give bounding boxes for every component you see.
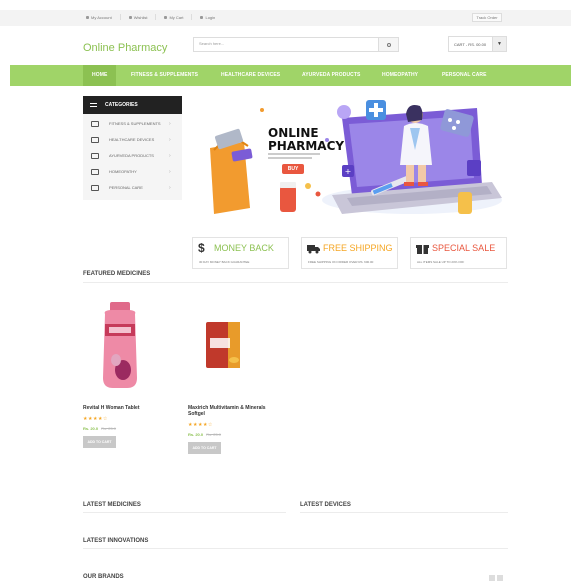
- nav-item-home[interactable]: HOME: [83, 65, 117, 86]
- chevron-right-icon: ›: [169, 169, 171, 175]
- our-brands-title: OUR BRANDS: [83, 574, 124, 580]
- lock-icon: [200, 15, 204, 19]
- monitor-icon: [91, 185, 99, 191]
- cart-icon: [164, 15, 168, 19]
- category-label: HOMEOPATHY: [109, 169, 137, 174]
- monitor-icon: [91, 169, 99, 175]
- product-image[interactable]: [83, 300, 178, 392]
- track-order-button[interactable]: Track Order: [472, 13, 502, 22]
- banner-tagline-2: [268, 157, 312, 159]
- banner-headline-2: PHARMACY: [268, 139, 345, 153]
- product-rating: ★★★★☆: [188, 422, 213, 428]
- product-name[interactable]: Revital H Woman Tablet: [83, 405, 140, 411]
- feature-money-back: $ MONEY BACK 30 DAY MONEY BACK GUARANTEE: [192, 237, 289, 269]
- prev-arrow-icon[interactable]: [489, 575, 495, 581]
- monitor-icon: [91, 137, 99, 143]
- site-logo[interactable]: Online Pharmacy: [83, 42, 167, 54]
- latest-devices-title: LATEST DEVICES: [300, 502, 351, 508]
- top-links: My Account Wishlist My Cart Login: [86, 14, 215, 20]
- search-bar: Search here...: [193, 37, 399, 52]
- chevron-right-icon: ›: [169, 153, 171, 159]
- cart-dropdown-button[interactable]: ▼: [492, 37, 506, 51]
- category-item-homeopathy[interactable]: HOMEOPATHY ›: [83, 164, 182, 180]
- product-image[interactable]: [188, 300, 283, 392]
- category-label: FITNESS & SUPPLEMENTS: [109, 121, 161, 126]
- feature-subtitle: 30 DAY MONEY BACK GUARANTEE: [199, 260, 250, 264]
- monitor-icon: [91, 121, 99, 127]
- chevron-right-icon: ›: [169, 185, 171, 191]
- search-input[interactable]: Search here...: [199, 41, 224, 46]
- add-to-cart-button[interactable]: ADD TO CART: [83, 436, 116, 448]
- category-item-healthcare[interactable]: HEALTHCARE DEVICES ›: [83, 132, 182, 148]
- divider: [83, 548, 508, 549]
- feature-special-sale: SPECIAL SALE ALL ITEMS SALE UP TO 20% OF…: [410, 237, 507, 269]
- monitor-icon: [91, 153, 99, 159]
- category-item-ayurveda[interactable]: AYURVEDA PRODUCTS ›: [83, 148, 182, 164]
- latest-medicines-title: LATEST MEDICINES: [83, 502, 141, 508]
- divider: [155, 14, 157, 20]
- feature-title: MONEY BACK: [214, 243, 274, 253]
- category-label: HEALTHCARE DEVICES: [109, 137, 155, 142]
- divider: [83, 282, 508, 283]
- category-label: AYURVEDA PRODUCTS: [109, 153, 154, 158]
- my-account-link[interactable]: My Account: [86, 14, 112, 20]
- feature-free-shipping: FREE SHIPPING FREE SHIPPING ON ORDER OVE…: [301, 237, 398, 269]
- nav-item-fitness[interactable]: FITNESS & SUPPLEMENTS: [131, 65, 198, 86]
- chevron-right-icon: ›: [169, 137, 171, 143]
- top-bar: My Account Wishlist My Cart Login Track …: [0, 10, 571, 26]
- divider: [83, 512, 286, 513]
- svg-text:+: +: [345, 167, 352, 176]
- banner-tagline: [268, 153, 320, 155]
- wishlist-link[interactable]: Wishlist: [128, 14, 147, 20]
- feature-subtitle: FREE SHIPPING ON ORDER OVER RS. 600.00: [308, 260, 374, 264]
- cart-summary[interactable]: CART - RS. 00.00 ▼: [448, 36, 507, 52]
- banner-buy-button[interactable]: BUY: [282, 164, 304, 174]
- product-name[interactable]: Maxirich Multivitamin & Minerals Softgel: [188, 405, 283, 417]
- next-arrow-icon[interactable]: [497, 575, 503, 581]
- banner-headline-1: ONLINE: [268, 126, 319, 140]
- my-cart-link[interactable]: My Cart: [164, 14, 183, 20]
- main-nav: HOME FITNESS & SUPPLEMENTS HEALTHCARE DE…: [10, 65, 571, 86]
- cart-total: CART - RS. 00.00: [454, 42, 487, 47]
- category-label: PERSONAL CARE: [109, 185, 143, 190]
- nav-item-ayurveda[interactable]: AYURVEDA PRODUCTS: [302, 65, 360, 86]
- categories-header: CATEGORIES: [83, 96, 182, 114]
- search-button[interactable]: [378, 38, 398, 51]
- latest-innovations-title: LATEST INNOVATIONS: [83, 538, 149, 544]
- add-to-cart-button[interactable]: ADD TO CART: [188, 442, 221, 454]
- category-item-personal-care[interactable]: PERSONAL CARE ›: [83, 180, 182, 196]
- nav-item-healthcare[interactable]: HEALTHCARE DEVICES: [221, 65, 280, 86]
- hero-banner[interactable]: + ONLINE PHARMACY BUY: [192, 90, 508, 222]
- login-link[interactable]: Login: [200, 14, 215, 20]
- menu-icon: [90, 103, 97, 107]
- feature-subtitle: ALL ITEMS SALE UP TO 20% OFF: [417, 260, 465, 264]
- product-rating: ★★★★☆: [83, 416, 108, 422]
- search-icon: [386, 42, 391, 47]
- pharmacy-illustration: +: [210, 100, 502, 214]
- chevron-right-icon: ›: [169, 121, 171, 127]
- feature-title: FREE SHIPPING: [323, 243, 393, 253]
- product-price: Rs. 20.0 Rs. 25.0: [83, 426, 117, 431]
- divider: [119, 14, 121, 20]
- user-icon: [86, 15, 89, 19]
- dollar-icon: $: [198, 241, 205, 255]
- nav-item-personal-care[interactable]: PERSONAL CARE: [442, 65, 487, 86]
- feature-title: SPECIAL SALE: [432, 243, 496, 253]
- gift-icon: [416, 245, 429, 254]
- carousel-controls: [489, 575, 503, 581]
- divider: [300, 512, 508, 513]
- category-item-fitness[interactable]: FITNESS & SUPPLEMENTS ›: [83, 116, 182, 132]
- categories-panel: CATEGORIES FITNESS & SUPPLEMENTS › HEALTH…: [83, 96, 182, 200]
- nav-item-homeopathy[interactable]: HOMEOPATHY: [382, 65, 418, 86]
- divider: [191, 14, 193, 20]
- product-price: Rs. 20.0 Rs. 25.0: [188, 432, 222, 437]
- truck-icon: [307, 245, 320, 254]
- categories-title: CATEGORIES: [105, 102, 138, 108]
- heart-icon: [128, 15, 132, 19]
- featured-medicines-title: FEATURED MEDICINES: [83, 271, 151, 277]
